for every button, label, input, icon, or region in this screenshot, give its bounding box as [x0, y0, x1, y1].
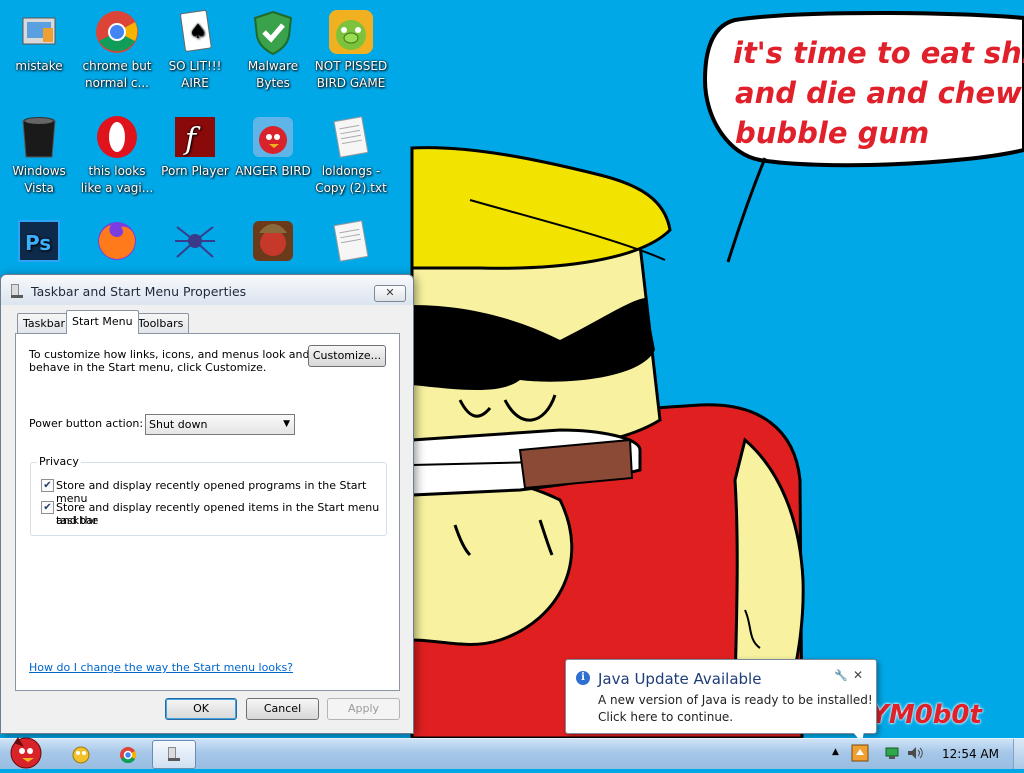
desktop-icon-firefox[interactable]	[78, 217, 156, 267]
dialog-body: Taskbar Start Menu Toolbars To customize…	[1, 305, 413, 733]
photo-frame-icon	[15, 8, 63, 56]
notification-title: Java Update Available	[598, 670, 762, 688]
recent-items-checkbox[interactable]: ✔	[41, 501, 54, 514]
close-button[interactable]: ✕	[374, 285, 406, 302]
network-icon	[885, 747, 899, 759]
desktop-icon-porn-player[interactable]: f Porn Player	[156, 113, 234, 180]
taskbar-clock[interactable]: 12:54 AM	[942, 747, 999, 761]
java-update-notification[interactable]: i Java Update Available A new version of…	[565, 659, 877, 734]
desktop-icon-spider-solitaire[interactable]	[156, 217, 234, 267]
recent-programs-checkbox[interactable]: ✔	[41, 479, 54, 492]
photoshop-icon: Ps	[15, 217, 63, 265]
power-button-label: Power button action:	[29, 417, 144, 430]
start-menu-help-link[interactable]: How do I change the way the Start menu l…	[29, 661, 293, 674]
notification-close-icon[interactable]: ✕	[853, 668, 863, 682]
desktop-icon-not-pissed-bird[interactable]: NOT PISSED BIRD GAME	[312, 8, 390, 92]
desktop-icon-windows-vista[interactable]: Windows Vista	[0, 113, 78, 197]
text-document-icon	[327, 217, 375, 265]
close-icon: ✕	[385, 286, 395, 299]
red-bird-start-icon	[10, 737, 42, 769]
chrome-icon	[120, 747, 137, 764]
tray-java-button[interactable]	[851, 743, 869, 769]
taskbar-properties-window-button[interactable]	[152, 740, 196, 769]
desktop-icon-opera[interactable]: this looks like a vagi...	[78, 113, 156, 197]
desktop-icon-chrome[interactable]: chrome but normal c...	[78, 8, 156, 92]
speech-line-2: and die and chew	[735, 76, 1022, 110]
tab-toolbars[interactable]: Toolbars	[132, 313, 190, 333]
checkmark-icon: ✔	[43, 480, 52, 491]
chevron-down-icon: ▼	[283, 419, 290, 429]
tab-taskbar[interactable]: Taskbar	[17, 313, 71, 333]
show-desktop-button[interactable]	[1013, 739, 1024, 769]
recent-items-label-line-1: Store and display recently opened items …	[56, 501, 380, 527]
taskbar: ▲ 12:54 AM	[0, 737, 1024, 771]
seasons-bird-icon	[249, 217, 297, 265]
customize-description-line-1: To customize how links, icons, and menus…	[29, 348, 310, 361]
dialog-title-bar[interactable]: Taskbar and Start Menu Properties ✕	[1, 275, 413, 305]
desktop-icon-malwarebytes[interactable]: Malware Bytes	[234, 8, 312, 92]
flash-icon: f	[171, 113, 219, 161]
shield-icon	[249, 8, 297, 56]
opera-icon	[93, 113, 141, 161]
desktop-icon-anger-bird[interactable]: ANGER BIRD	[234, 113, 312, 180]
apply-button[interactable]: Apply	[327, 698, 400, 720]
chrome-icon	[93, 8, 141, 56]
spider-solitaire-icon	[171, 217, 219, 265]
svg-text:Ps: Ps	[25, 231, 51, 255]
dialog-title: Taskbar and Start Menu Properties	[31, 284, 247, 299]
show-hidden-icons-button[interactable]: ▲	[832, 747, 844, 773]
speech-line-1: it's time to eat shit	[733, 36, 1024, 70]
svg-text:♠: ♠	[189, 19, 207, 43]
folder-icon	[72, 746, 90, 764]
properties-window-icon	[168, 747, 180, 761]
desktop-icon-text-file[interactable]	[312, 217, 390, 267]
power-button-value: Shut down	[149, 418, 208, 431]
desktop-icon-photoshop[interactable]: Ps	[0, 217, 78, 267]
solitaire-icon: ♠	[171, 8, 219, 56]
power-button-action-select[interactable]: Shut down ▼	[145, 414, 295, 435]
cancel-button[interactable]: Cancel	[246, 698, 319, 720]
desktop-icon-mistake[interactable]: mistake	[0, 8, 78, 75]
green-pig-icon	[327, 8, 375, 56]
tray-volume-button[interactable]	[906, 745, 924, 771]
tray-network-button[interactable]	[884, 745, 900, 771]
start-button[interactable]	[4, 731, 48, 769]
notification-message-line-1: A new version of Java is ready to be ins…	[598, 693, 873, 707]
wrench-icon[interactable]: 🔧	[834, 669, 848, 682]
customize-description-line-2: behave in the Start menu, click Customiz…	[29, 361, 267, 374]
taskbar-chrome-button[interactable]	[117, 741, 139, 767]
ok-button[interactable]: OK	[165, 698, 237, 720]
taskbar-start-menu-properties-dialog: Taskbar and Start Menu Properties ✕ Task…	[0, 274, 414, 734]
customize-button[interactable]: Customize...	[308, 345, 386, 367]
desktop-icon-loldongs-txt[interactable]: loldongs - Copy (2).txt	[312, 113, 390, 197]
red-bird-icon	[249, 113, 297, 161]
text-document-icon	[327, 113, 375, 161]
privacy-group: Privacy ✔ Store and display recently ope…	[30, 455, 387, 536]
taskbar-folder-button[interactable]	[70, 741, 92, 767]
privacy-legend: Privacy	[37, 455, 81, 468]
speech-line-3: bubble gum	[735, 116, 930, 150]
firefox-icon	[93, 217, 141, 265]
info-icon: i	[576, 671, 590, 685]
java-update-icon	[851, 744, 869, 762]
start-menu-tab-panel: To customize how links, icons, and menus…	[15, 333, 400, 691]
recent-items-label-line-2: taskbar	[56, 514, 98, 527]
volume-icon	[908, 747, 923, 759]
checkmark-icon: ✔	[43, 502, 52, 513]
artist-signature: YM0b0t	[870, 700, 982, 730]
desktop-icon-seasons-bird[interactable]	[234, 217, 312, 267]
tab-start-menu[interactable]: Start Menu	[66, 310, 139, 334]
trash-bin-icon	[15, 113, 63, 161]
properties-window-icon	[11, 284, 23, 298]
notification-message-line-2: Click here to continue.	[598, 710, 734, 724]
desktop-icon-solitaire[interactable]: ♠ SO LIT!!! AIRE	[156, 8, 234, 92]
